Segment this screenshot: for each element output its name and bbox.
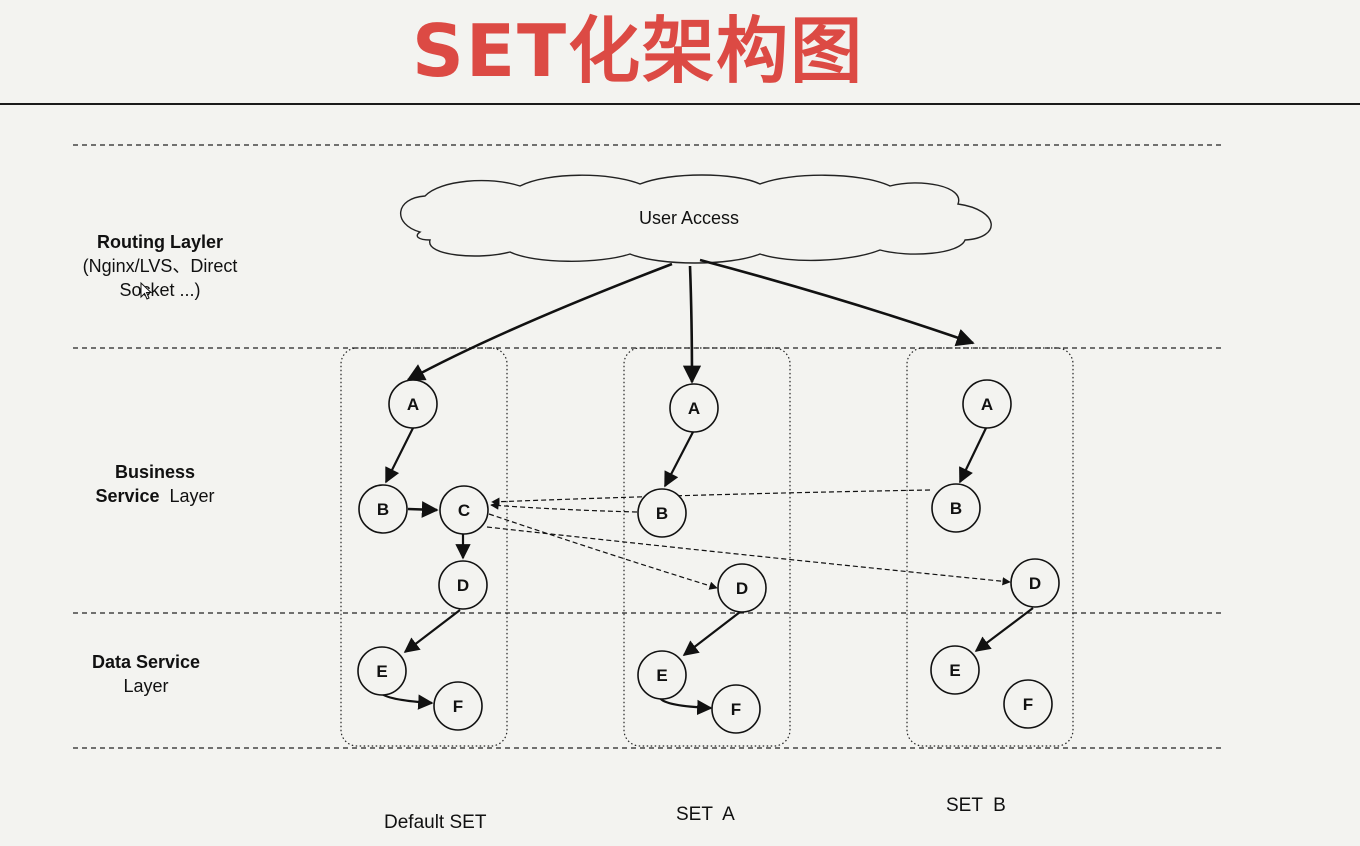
node-default-a: A	[388, 379, 438, 429]
node-set-b-b: B	[931, 483, 981, 533]
edge-set-a-e-f	[659, 697, 713, 716]
svg-text:A: A	[688, 399, 700, 418]
node-set-a-f: F	[711, 684, 761, 734]
route-arrow-default	[406, 262, 673, 382]
node-default-f: F	[433, 681, 483, 731]
node-set-b-d: D	[1010, 558, 1060, 608]
edge-set-b-a-b	[959, 427, 987, 484]
node-set-a-b: B	[637, 488, 687, 538]
cross-edge-set-b-b-to-default-c	[491, 489, 931, 506]
user-access-cloud: User Access	[400, 174, 992, 264]
node-set-b-f: F	[1003, 679, 1053, 729]
svg-text:A: A	[981, 395, 993, 414]
svg-text:E: E	[376, 662, 387, 681]
edge-set-a-d-e	[682, 611, 741, 656]
node-set-a-a: A	[669, 383, 719, 433]
node-default-b: B	[358, 484, 408, 534]
edge-default-a-b	[385, 427, 414, 484]
svg-text:E: E	[949, 661, 960, 680]
svg-text:B: B	[950, 499, 962, 518]
cross-edge-set-a-b-to-default-c	[490, 501, 638, 513]
edge-set-b-d-e	[974, 607, 1034, 652]
node-default-d: D	[438, 560, 488, 610]
svg-text:D: D	[457, 576, 469, 595]
svg-text:D: D	[1029, 574, 1041, 593]
svg-text:C: C	[458, 501, 470, 520]
node-set-b-a: A	[962, 379, 1012, 429]
node-set-a-d: D	[717, 563, 767, 613]
set-architecture-diagram: User Access A B C D E F A B D E F A B D …	[73, 144, 1222, 749]
cloud-label: User Access	[639, 208, 739, 228]
svg-text:F: F	[731, 700, 741, 719]
node-default-e: E	[357, 646, 407, 696]
route-arrow-set-a	[682, 265, 702, 384]
node-set-a-e: E	[637, 650, 687, 700]
svg-text:F: F	[1023, 695, 1033, 714]
edge-default-b-c	[407, 501, 439, 518]
edge-set-a-a-b	[664, 431, 694, 488]
svg-text:E: E	[656, 666, 667, 685]
route-arrow-set-b	[699, 258, 975, 347]
svg-text:A: A	[407, 395, 419, 414]
svg-text:B: B	[656, 504, 668, 523]
node-default-c: C	[439, 485, 489, 535]
edge-default-d-e	[403, 609, 461, 653]
svg-text:D: D	[736, 579, 748, 598]
node-set-b-e: E	[930, 645, 980, 695]
svg-text:F: F	[453, 697, 463, 716]
mouse-cursor-icon	[140, 281, 153, 300]
svg-text:B: B	[377, 500, 389, 519]
